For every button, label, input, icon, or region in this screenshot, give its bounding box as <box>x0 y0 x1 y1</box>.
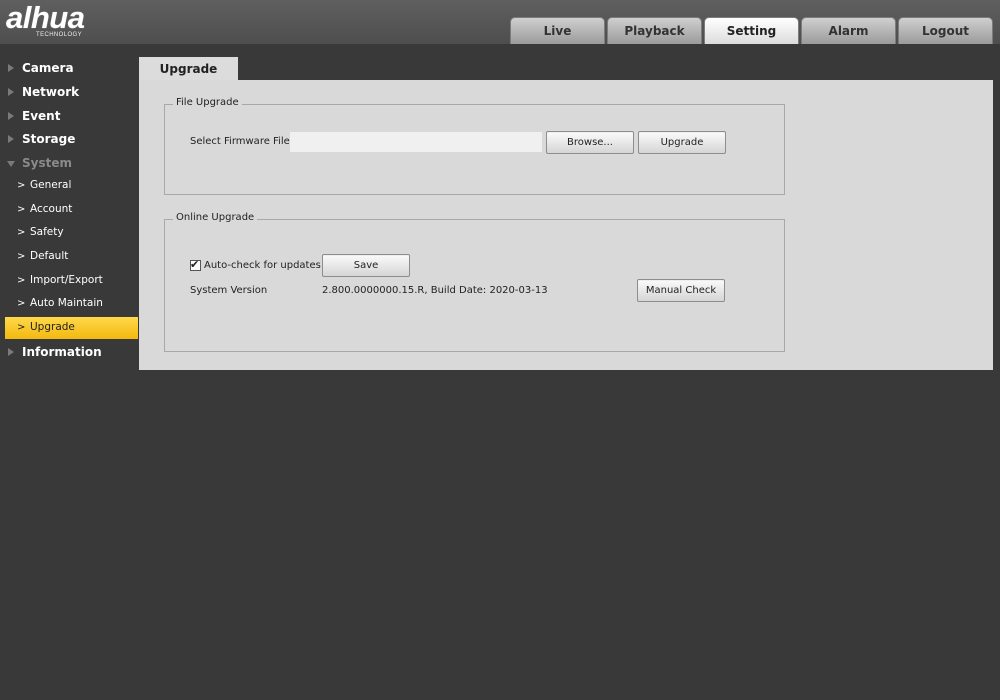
tab-setting[interactable]: Setting <box>704 17 799 44</box>
sidebar-item-label: Upgrade <box>30 321 75 333</box>
tab-playback[interactable]: Playback <box>607 17 702 44</box>
chevron-right-icon: > <box>17 204 26 215</box>
sidebar-item-label: Camera <box>22 61 74 75</box>
dahua-logo: alhua TECHNOLOGY <box>6 0 85 39</box>
file-upgrade-section: File Upgrade Select Firmware File Browse… <box>164 97 785 195</box>
system-version-value: 2.800.0000000.15.R, Build Date: 2020-03-… <box>322 285 548 296</box>
sidebar-item-general[interactable]: > General <box>5 175 138 197</box>
sidebar-item-camera[interactable]: Camera <box>0 57 138 80</box>
browse-button[interactable]: Browse... <box>546 131 634 154</box>
sidebar-item-label: Default <box>30 250 69 262</box>
firmware-file-field[interactable] <box>290 132 542 152</box>
chevron-right-icon: > <box>17 227 26 238</box>
checkmark-icon: ✔ <box>190 258 200 271</box>
chevron-right-icon: > <box>17 322 26 333</box>
triangle-right-icon <box>8 112 14 120</box>
sidebar-item-label: Safety <box>30 226 64 238</box>
sidebar-item-label: Account <box>30 203 73 215</box>
triangle-right-icon <box>8 135 14 143</box>
tab-live[interactable]: Live <box>510 17 605 44</box>
system-version-label: System Version <box>190 285 268 296</box>
sidebar-item-label: Information <box>22 345 102 359</box>
sidebar-item-label: General <box>30 179 72 191</box>
triangle-down-icon <box>7 161 15 167</box>
sidebar-item-import-export[interactable]: > Import/Export <box>5 270 138 292</box>
sidebar-item-information[interactable]: Information <box>0 341 138 364</box>
sidebar-item-safety[interactable]: > Safety <box>5 222 138 244</box>
sidebar-item-label: Import/Export <box>30 274 103 286</box>
auto-check-checkbox[interactable]: ✔ <box>190 258 201 271</box>
online-upgrade-section: Online Upgrade ✔ Auto-check for updates … <box>164 212 785 352</box>
tab-upgrade[interactable]: Upgrade <box>139 57 238 81</box>
chevron-right-icon: > <box>17 298 26 309</box>
sidebar-item-default[interactable]: > Default <box>5 246 138 268</box>
sidebar-item-label: Auto Maintain <box>30 297 103 309</box>
triangle-right-icon <box>8 64 14 72</box>
logo-brand: alhua <box>6 0 85 35</box>
save-button[interactable]: Save <box>322 254 410 277</box>
sidebar-item-label: Event <box>22 109 61 123</box>
sidebar-item-system[interactable]: System <box>0 152 138 175</box>
sidebar-item-label: System <box>22 156 72 170</box>
sidebar-item-network[interactable]: Network <box>0 81 138 104</box>
file-upgrade-legend: File Upgrade <box>173 97 242 108</box>
chevron-right-icon: > <box>17 180 26 191</box>
logo-subtitle: TECHNOLOGY <box>36 32 83 38</box>
auto-check-label: Auto-check for updates <box>204 260 321 271</box>
chevron-right-icon: > <box>17 275 26 286</box>
tab-alarm[interactable]: Alarm <box>801 17 896 44</box>
tab-logout[interactable]: Logout <box>898 17 993 44</box>
sidebar-item-label: Network <box>22 85 80 99</box>
chevron-right-icon: > <box>17 251 26 262</box>
top-header: alhua TECHNOLOGY Live Playback Setting A… <box>0 0 1000 44</box>
upgrade-panel: File Upgrade Select Firmware File Browse… <box>139 80 993 370</box>
upgrade-button[interactable]: Upgrade <box>638 131 726 154</box>
select-firmware-label: Select Firmware File <box>190 136 290 147</box>
sidebar-item-label: Storage <box>22 132 76 146</box>
sidebar-item-upgrade[interactable]: > Upgrade <box>5 317 138 339</box>
manual-check-button[interactable]: Manual Check <box>637 279 725 302</box>
sidebar-item-account[interactable]: > Account <box>5 199 138 221</box>
sidebar-item-auto-maintain[interactable]: > Auto Maintain <box>5 293 138 315</box>
triangle-right-icon <box>8 348 14 356</box>
triangle-right-icon <box>8 88 14 96</box>
online-upgrade-legend: Online Upgrade <box>173 212 258 223</box>
sidebar-item-storage[interactable]: Storage <box>0 128 138 151</box>
sidebar-item-event[interactable]: Event <box>0 105 138 128</box>
